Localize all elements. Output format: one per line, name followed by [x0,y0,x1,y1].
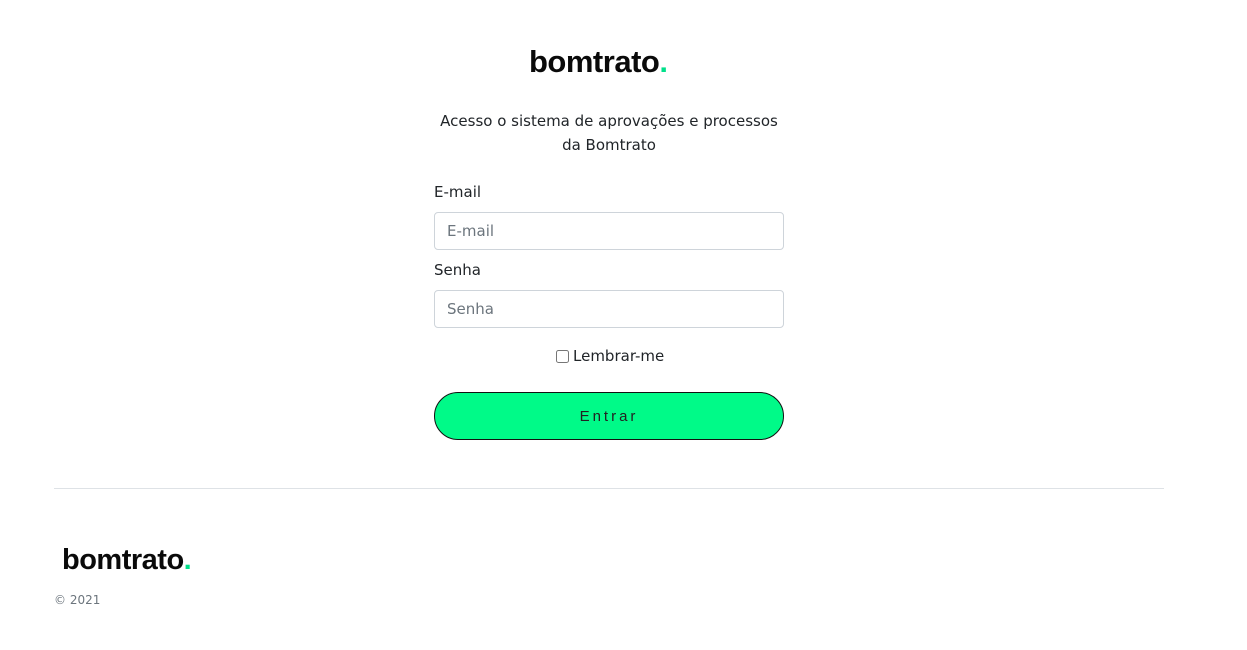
brand-logo-dot: . [659,44,668,79]
remember-me-checkbox[interactable] [556,349,569,363]
brand-logo: bomtrato. [529,42,668,82]
password-label: Senha [434,261,481,279]
footer-logo-text: bomtrato [62,544,184,576]
footer-divider [54,488,1164,489]
remember-me-label[interactable]: Lembrar-me [573,346,664,366]
login-button[interactable]: Entrar [434,392,784,440]
email-field[interactable] [434,212,784,250]
remember-me: Lembrar-me [556,346,664,366]
copyright-text: © 2021 [54,593,101,607]
password-field[interactable] [434,290,784,328]
footer-logo-dot: . [183,544,192,576]
email-label: E-mail [434,183,482,201]
login-subtitle: Acesso o sistema de aprovações e process… [440,112,778,154]
login-page: bomtrato. Acesso o sistema de aprovações… [0,0,1247,650]
footer-logo: bomtrato. [62,541,192,579]
brand-logo-text: bomtrato [529,44,660,79]
